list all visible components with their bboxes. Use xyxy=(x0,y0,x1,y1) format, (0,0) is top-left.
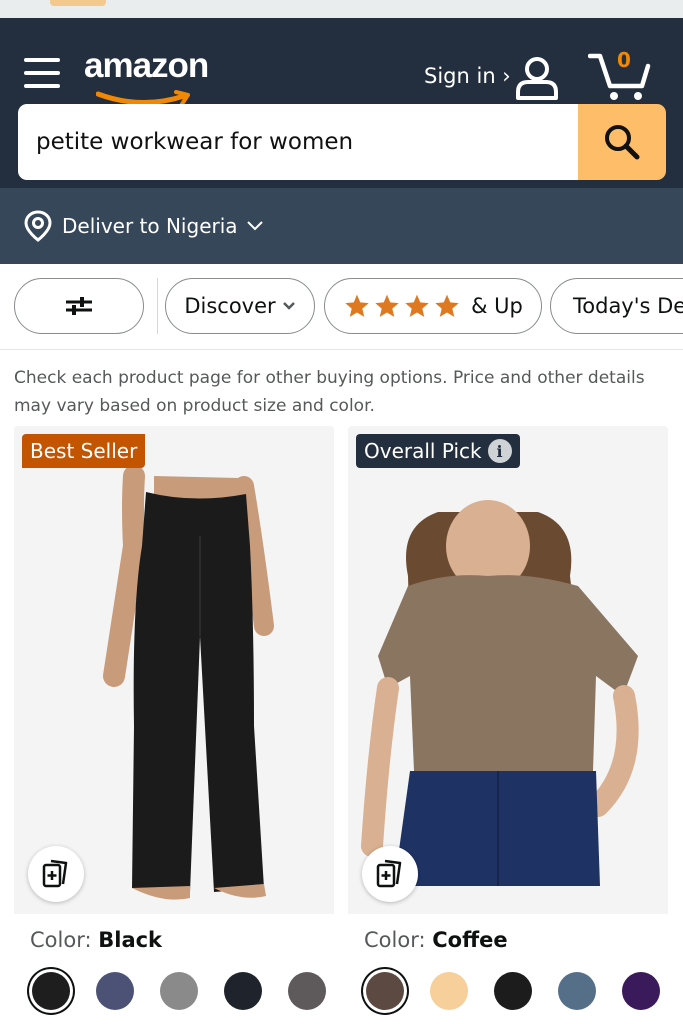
amazon-logo[interactable]: amazon xyxy=(84,46,234,110)
chevron-down-icon xyxy=(282,302,295,310)
product-image[interactable] xyxy=(348,426,668,914)
deliver-label: Deliver to Nigeria xyxy=(62,214,238,238)
deliver-to-bar[interactable]: Deliver to Nigeria xyxy=(0,188,683,264)
color-swatch[interactable] xyxy=(430,972,468,1010)
brown-top-photo xyxy=(348,426,668,914)
rating-stars xyxy=(343,293,461,319)
compare-cards-icon xyxy=(376,859,402,888)
badge-label: Overall Pick xyxy=(364,439,482,463)
logo-text: amazon xyxy=(84,46,209,85)
swatch-list xyxy=(32,972,326,1010)
color-value: Coffee xyxy=(432,928,508,952)
filter-settings-button[interactable] xyxy=(14,278,144,334)
user-icon[interactable] xyxy=(514,56,560,100)
black-pants-photo xyxy=(14,426,334,914)
todays-deals-chip[interactable]: Today's De xyxy=(550,278,683,334)
color-swatch[interactable] xyxy=(366,972,404,1010)
star-icon xyxy=(375,294,399,317)
color-value: Black xyxy=(98,928,163,952)
color-row: Color: Black xyxy=(30,928,162,952)
compare-cards-icon xyxy=(42,859,68,888)
discover-label: Discover xyxy=(184,294,276,318)
chip-divider xyxy=(157,278,158,334)
star-icon xyxy=(345,294,369,317)
cart-button[interactable]: 0 xyxy=(587,48,652,102)
color-label: Color: xyxy=(30,928,92,952)
color-swatch[interactable] xyxy=(224,972,262,1010)
rating-label: & Up xyxy=(471,294,523,318)
color-swatch[interactable] xyxy=(32,972,70,1010)
compare-button[interactable] xyxy=(28,846,84,902)
product-image[interactable] xyxy=(14,426,334,914)
menu-icon[interactable] xyxy=(24,58,60,92)
color-swatch[interactable] xyxy=(160,972,198,1010)
search-bar xyxy=(18,104,666,180)
todays-deals-label: Today's De xyxy=(573,294,683,318)
search-results-page: amazon Sign in › 0 petite workwear for w… xyxy=(0,0,683,1024)
overall-pick-badge[interactable]: Overall Pick i xyxy=(356,434,520,468)
search-input[interactable] xyxy=(18,104,578,180)
color-row: Color: Coffee xyxy=(364,928,508,952)
color-swatch[interactable] xyxy=(288,972,326,1010)
location-pin-icon xyxy=(24,210,52,242)
sliders-icon xyxy=(66,297,92,315)
cart-count: 0 xyxy=(617,48,631,72)
color-label: Color: xyxy=(364,928,426,952)
star-icon xyxy=(435,294,459,317)
best-seller-badge: Best Seller xyxy=(22,434,146,468)
top-strip xyxy=(0,0,683,18)
rating-chip[interactable]: & Up xyxy=(324,278,542,334)
color-swatch[interactable] xyxy=(494,972,532,1010)
discover-chip[interactable]: Discover xyxy=(165,278,315,334)
sign-in-label: Sign in › xyxy=(424,64,511,88)
header: amazon Sign in › 0 xyxy=(0,18,683,188)
star-icon xyxy=(405,294,429,317)
product-card[interactable]: Overall Pick i Color: Coffee xyxy=(348,426,668,1024)
sign-in-link[interactable]: Sign in › xyxy=(424,64,511,88)
search-button[interactable] xyxy=(578,104,666,180)
info-icon[interactable]: i xyxy=(487,439,512,463)
search-icon xyxy=(605,125,640,160)
chevron-down-icon xyxy=(246,221,263,231)
badge-label: Best Seller xyxy=(30,439,138,463)
buying-options-notice: Check each product page for other buying… xyxy=(14,368,645,416)
color-swatch[interactable] xyxy=(558,972,596,1010)
compare-button[interactable] xyxy=(362,846,418,902)
color-swatch[interactable] xyxy=(96,972,134,1010)
color-swatch[interactable] xyxy=(622,972,660,1010)
swatch-list xyxy=(366,972,660,1010)
filter-chips-bar: Discover & Up Today's De xyxy=(0,264,683,350)
product-card[interactable]: Best Seller Color: Black xyxy=(14,426,334,1024)
